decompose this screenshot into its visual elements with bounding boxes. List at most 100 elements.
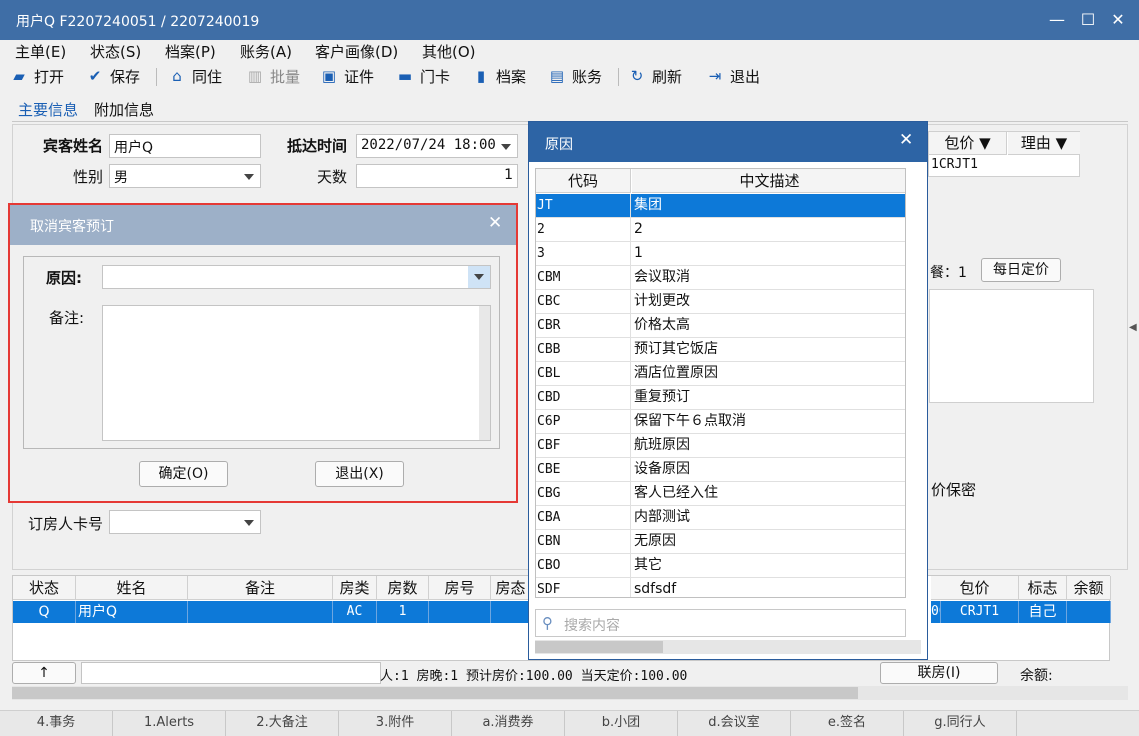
reason-row[interactable]: CBD 重复预订 xyxy=(536,386,905,410)
reason-row[interactable]: C6P 保留下午６点取消 xyxy=(536,410,905,434)
grid-header-room-type[interactable]: 房类 xyxy=(333,576,377,600)
close-icon[interactable]: ✕ xyxy=(899,130,913,150)
grid-cell-remark[interactable] xyxy=(188,601,333,623)
grid-cell-room-no[interactable] xyxy=(429,601,491,623)
grid-cell-package[interactable]: CRJT1 xyxy=(941,601,1019,623)
chevron-down-icon[interactable] xyxy=(501,144,511,150)
reason-select[interactable] xyxy=(102,265,491,289)
menu-main[interactable]: 主单(E) xyxy=(15,41,66,62)
reason-row[interactable]: CBE 设备原因 xyxy=(536,458,905,482)
collapse-arrow-icon[interactable]: ◀ xyxy=(1129,322,1137,333)
footer-tab-alerts[interactable]: 1.Alerts xyxy=(113,711,226,736)
column-description[interactable]: 中文描述 xyxy=(632,169,905,193)
refresh-button[interactable]: ↻ 刷新 xyxy=(628,65,682,87)
grid-cell-room-state[interactable] xyxy=(491,601,531,623)
exit-dialog-button[interactable]: 退出(X) xyxy=(315,461,404,487)
reason-row[interactable]: CBL 酒店位置原因 xyxy=(536,362,905,386)
grid-header-room-no[interactable]: 房号 xyxy=(429,576,491,600)
reason-row[interactable]: CBB 预订其它饭店 xyxy=(536,338,905,362)
reason-row[interactable]: JT 集团 xyxy=(536,194,905,218)
door-card-button[interactable]: ▬ 门卡 xyxy=(396,65,450,87)
reason-row[interactable]: CBM 会议取消 xyxy=(536,266,905,290)
horizontal-scrollbar[interactable] xyxy=(12,686,1128,700)
open-button[interactable]: ▰ 打开 xyxy=(10,65,64,87)
reason-row[interactable]: 22 xyxy=(536,218,905,242)
grid-header-remark[interactable]: 备注 xyxy=(188,576,333,600)
right-notes-box[interactable] xyxy=(929,289,1094,403)
up-button[interactable]: ↑ xyxy=(12,662,76,684)
reason-row[interactable]: CBR 价格太高 xyxy=(536,314,905,338)
grid-cell-status[interactable]: Q xyxy=(13,601,76,623)
grid-cell-flag[interactable]: 自己 xyxy=(1019,601,1067,623)
grid-header-flag[interactable]: 标志 xyxy=(1019,576,1067,600)
grid-header-name[interactable]: 姓名 xyxy=(76,576,188,600)
account-button[interactable]: ▤ 账务 xyxy=(548,65,602,87)
close-window-button[interactable]: ✕ xyxy=(1106,8,1130,32)
footer-tab-vouchers[interactable]: a.消费券 xyxy=(452,711,565,736)
footer-tab-small-group[interactable]: b.小团 xyxy=(565,711,678,736)
chevron-down-icon[interactable] xyxy=(244,520,254,526)
grid-cell-rooms[interactable]: 1 xyxy=(377,601,429,623)
menu-other[interactable]: 其他(O) xyxy=(422,41,476,62)
column-package[interactable]: 包价 ▼ xyxy=(929,132,1007,155)
menu-account[interactable]: 账务(A) xyxy=(240,41,292,62)
footer-tab-signature[interactable]: e.签名 xyxy=(791,711,904,736)
grid-header-rooms[interactable]: 房数 xyxy=(377,576,429,600)
tab-extra-info[interactable]: 附加信息 xyxy=(94,99,154,120)
scrollbar-thumb[interactable] xyxy=(12,687,858,699)
chevron-down-icon[interactable] xyxy=(244,174,254,180)
reason-row[interactable]: 31 xyxy=(536,242,905,266)
grid-cell-name[interactable]: 用户Q xyxy=(76,601,188,623)
footer-tab-meeting-room[interactable]: d.会议室 xyxy=(678,711,791,736)
grid-cell-partial[interactable]: 00 xyxy=(931,601,941,623)
tab-main-info[interactable]: 主要信息 xyxy=(18,99,78,120)
days-input[interactable]: 1 xyxy=(356,164,518,188)
exit-button[interactable]: ⇥ 退出 xyxy=(706,65,760,87)
grid-cell-room-type[interactable]: AC xyxy=(333,601,377,623)
reason-row[interactable]: CBA 内部测试 xyxy=(536,506,905,530)
booker-card-select[interactable] xyxy=(109,510,261,534)
menu-customer[interactable]: 客户画像(D) xyxy=(315,41,398,62)
column-reason[interactable]: 理由 ▼ xyxy=(1008,132,1080,155)
link-room-button[interactable]: 联房(I) xyxy=(880,662,998,684)
grid-header-package[interactable]: 包价 xyxy=(931,576,1019,600)
footer-tab-affairs[interactable]: 4.事务 xyxy=(0,711,113,736)
popup-scrollbar[interactable] xyxy=(535,640,921,654)
reason-row[interactable]: CBF 航班原因 xyxy=(536,434,905,458)
maximize-button[interactable]: ☐ xyxy=(1076,8,1100,32)
footer-tab-attachments[interactable]: 3.附件 xyxy=(339,711,452,736)
footer-tab-companions[interactable]: g.同行人 xyxy=(904,711,1017,736)
grid-header-balance[interactable]: 余额 xyxy=(1067,576,1111,600)
note-textarea[interactable] xyxy=(102,305,491,441)
confirm-button[interactable]: 确定(O) xyxy=(139,461,228,487)
minimize-button[interactable]: — xyxy=(1045,8,1069,32)
guest-name-input[interactable]: 用户Q xyxy=(109,134,261,158)
save-button[interactable]: ✔ 保存 xyxy=(86,65,140,87)
gender-select[interactable]: 男 xyxy=(109,164,261,188)
id-card-button[interactable]: ▣ 证件 xyxy=(320,65,374,87)
status-input[interactable] xyxy=(81,662,381,684)
chart-icon: ▥ xyxy=(247,67,263,85)
arrival-input[interactable]: 2022/07/24 18:00 xyxy=(356,134,518,158)
close-icon[interactable]: ✕ xyxy=(488,213,502,233)
grid-header-room-state[interactable]: 房态 xyxy=(491,576,531,600)
reason-row[interactable]: SDF sdfsdf xyxy=(536,578,905,597)
popup-scrollbar-thumb[interactable] xyxy=(535,641,663,653)
profile-button[interactable]: ▮ 档案 xyxy=(472,65,526,87)
reason-dropdown-button[interactable] xyxy=(468,266,490,288)
grid-header-status[interactable]: 状态 xyxy=(13,576,76,600)
reason-row[interactable]: CBG 客人已经入住 xyxy=(536,482,905,506)
batch-button[interactable]: ▥ 批量 xyxy=(246,65,300,87)
note-scrollbar[interactable] xyxy=(479,306,490,440)
share-button[interactable]: ⌂ 同住 xyxy=(168,65,222,87)
menu-status[interactable]: 状态(S) xyxy=(90,41,141,62)
column-code[interactable]: 代码 xyxy=(536,169,631,193)
search-box[interactable]: ⚲ 搜索内容 xyxy=(535,609,906,637)
footer-tab-big-note[interactable]: 2.大备注 xyxy=(226,711,339,736)
grid-cell-balance[interactable] xyxy=(1067,601,1111,623)
daily-price-button[interactable]: 每日定价 xyxy=(981,258,1061,282)
reason-row[interactable]: CBN 无原因 xyxy=(536,530,905,554)
reason-row[interactable]: CBC 计划更改 xyxy=(536,290,905,314)
menu-profile[interactable]: 档案(P) xyxy=(165,41,216,62)
reason-row[interactable]: CBO 其它 xyxy=(536,554,905,578)
